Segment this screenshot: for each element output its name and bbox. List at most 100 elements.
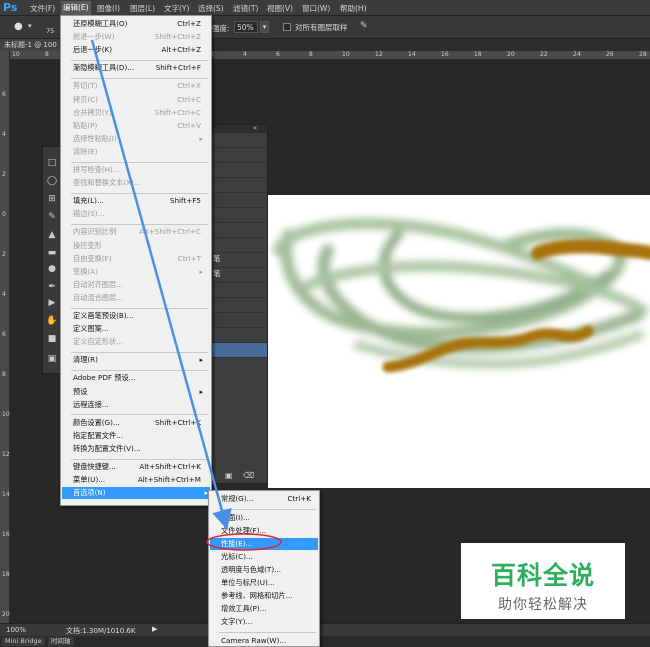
marquee-tool-icon[interactable]: □ <box>46 157 58 169</box>
menu-type[interactable]: 文字(Y) <box>164 3 189 14</box>
document-canvas[interactable] <box>268 195 650 488</box>
tab-timeline[interactable]: 时间轴 <box>48 637 74 646</box>
document-tab[interactable]: 未标题-1 @ 100 <box>0 39 61 51</box>
brush-size-value[interactable]: 75 <box>46 27 54 35</box>
menu-layer[interactable]: 图层(L) <box>130 3 155 14</box>
menu-image[interactable]: 图像(I) <box>97 3 120 14</box>
menu-item[interactable]: 填充(L)... Shift+F5 <box>73 195 205 207</box>
menu-item[interactable]: 后退一步(K) Alt+Ctrl+Z <box>73 44 205 56</box>
healing-brush-icon[interactable]: ✎ <box>46 211 58 223</box>
menu-edit[interactable]: 编辑(E) <box>61 1 91 15</box>
menu-item[interactable]: 增效工具(P)... <box>221 603 315 615</box>
submenu-arrow-icon: ▸ <box>199 387 203 396</box>
menu-item[interactable]: 渐隐模糊工具(D)... Shift+Ctrl+F <box>73 62 205 74</box>
quick-mask-icon[interactable]: ▣ <box>46 353 58 365</box>
drop-icon[interactable]: ● <box>14 21 23 32</box>
green-stroke <box>303 261 648 315</box>
menu-item[interactable]: 文件处理(F)... <box>221 525 315 537</box>
menu-filter[interactable]: 滤镜(T) <box>233 3 258 14</box>
menu-item-label: 变换(A) <box>73 266 98 276</box>
menu-item[interactable]: 键盘快捷键... Alt+Shift+Ctrl+K <box>73 461 205 473</box>
menu-item-label: 还原模糊工具(O) <box>73 19 128 28</box>
menu-item[interactable]: 性能(E)... <box>210 538 318 550</box>
menu-item-label: 定义自定形状... <box>73 337 123 347</box>
hand-tool-icon[interactable]: ✋ <box>46 315 58 327</box>
menu-item[interactable]: 文字(Y)... <box>221 616 315 628</box>
menu-item[interactable]: 定义画笔预设(B)... <box>73 310 205 322</box>
trash-icon[interactable]: ⌫ <box>243 471 254 480</box>
submenu-arrow-icon: ▸ <box>199 267 203 276</box>
menu-item-label: 清理(R) <box>73 355 98 365</box>
tab-mini-bridge[interactable]: Mini Bridge <box>2 637 45 646</box>
menu-item[interactable]: 单位与标尺(U)... <box>221 577 315 589</box>
menu-item-label: 常规(G)... <box>221 494 254 503</box>
menu-separator <box>71 307 208 309</box>
foreground-color-swatch[interactable]: ■ <box>46 333 58 345</box>
menu-item[interactable]: Adobe PDF 预设... <box>73 372 205 384</box>
crop-tool-icon[interactable]: ⊞ <box>46 193 58 205</box>
pen-tool-icon[interactable]: ✒ <box>46 281 58 293</box>
menu-item-shortcut: Shift+Ctrl+K <box>155 417 201 427</box>
menu-item[interactable]: 指定配置文件... <box>73 430 205 442</box>
menu-separator <box>71 59 208 61</box>
menu-item[interactable]: 光标(C)... <box>221 551 315 563</box>
menu-item-shortcut: Ctrl+X <box>177 81 201 91</box>
menu-item[interactable]: 透明度与色域(T)... <box>221 564 315 576</box>
ruler-mark: 16 <box>2 531 10 538</box>
camera-icon[interactable]: ▣ <box>225 471 233 480</box>
menu-item-label: 首选项(N) <box>73 488 106 498</box>
play-icon[interactable]: ▶ <box>152 625 157 633</box>
blur-tool-icon[interactable]: ● <box>46 263 58 275</box>
watermark-title: 百科全说 <box>490 561 595 590</box>
menu-view[interactable]: 视图(V) <box>267 3 293 14</box>
pressure-icon[interactable]: ✎ <box>360 21 368 31</box>
menu-item[interactable]: 参考线、网格和切片... <box>221 590 315 602</box>
eraser-icon[interactable]: ▬ <box>46 247 58 259</box>
menu-item[interactable]: 预设 ▸ <box>73 386 205 398</box>
menu-item-label: 文字(Y)... <box>221 617 253 626</box>
menu-item-label: 内容识别比例 <box>73 227 117 237</box>
menu-item[interactable]: 定义图案... <box>73 323 205 335</box>
menu-item[interactable]: 颜色设置(G)... Shift+Ctrl+K <box>73 417 205 429</box>
strength-dropdown[interactable]: ▾ <box>260 21 269 33</box>
menu-help[interactable]: 帮助(H) <box>340 3 367 14</box>
menu-item-label: 剪切(T) <box>73 81 98 91</box>
menu-item-label: 清除(E) <box>73 146 98 156</box>
menu-item[interactable]: 还原模糊工具(O) Ctrl+Z <box>73 18 205 30</box>
ruler-mark: 6 <box>2 91 6 98</box>
lasso-tool-icon[interactable]: ◯ <box>46 175 58 187</box>
menu-item[interactable]: 首选项(N) ▸ <box>62 487 210 500</box>
menu-item-label: 定义画笔预设(B)... <box>73 311 134 320</box>
clone-stamp-icon[interactable]: ▲ <box>46 229 58 241</box>
ruler-mark: 24 <box>573 51 581 58</box>
menu-item[interactable]: Camera Raw(W)... <box>221 635 315 647</box>
panel-label: 笔 <box>213 269 221 278</box>
menu-bar: Ps 文件(F) 编辑(E) 图像(I) 图层(L) 文字(Y) 选择(S) 滤… <box>0 0 650 16</box>
menu-item[interactable]: 清理(R) ▸ <box>73 354 205 366</box>
menu-item[interactable]: 菜单(U)... Alt+Shift+Ctrl+M <box>73 474 205 486</box>
menu-item[interactable]: 远程连接... <box>73 399 205 411</box>
ruler-mark: 26 <box>606 51 614 58</box>
menu-item[interactable]: 常规(G)... Ctrl+K <box>221 493 315 505</box>
menu-item[interactable]: 界面(I)... <box>221 512 315 524</box>
chevron-down-icon[interactable]: ▾ <box>28 22 32 30</box>
menu-item-label: 合并拷贝(Y) <box>73 107 112 117</box>
ruler-mark: 28 <box>639 51 647 58</box>
menu-item-label: 自由变换(F) <box>73 253 112 263</box>
menu-item: 拼写检查(H)... <box>73 164 205 176</box>
strength-input[interactable]: 50% <box>234 21 258 33</box>
menu-window[interactable]: 窗口(W) <box>302 3 330 14</box>
menu-file[interactable]: 文件(F) <box>30 3 55 14</box>
sample-all-checkbox[interactable] <box>283 23 291 31</box>
menu-select[interactable]: 选择(S) <box>198 3 224 14</box>
menu-separator <box>71 192 208 194</box>
menu-separator <box>71 223 208 225</box>
path-select-icon[interactable]: ▶ <box>46 297 58 309</box>
zoom-level[interactable]: 100% <box>6 626 26 634</box>
menu-item-label: 颜色设置(G)... <box>73 417 120 427</box>
submenu-arrow-icon: ▸ <box>199 356 203 365</box>
ruler-mark: 0 <box>2 211 6 218</box>
collapse-icon[interactable]: « <box>253 124 257 132</box>
menu-item[interactable]: 转换为配置文件(V)... <box>73 443 205 455</box>
panel-label: 笔 <box>213 254 221 263</box>
